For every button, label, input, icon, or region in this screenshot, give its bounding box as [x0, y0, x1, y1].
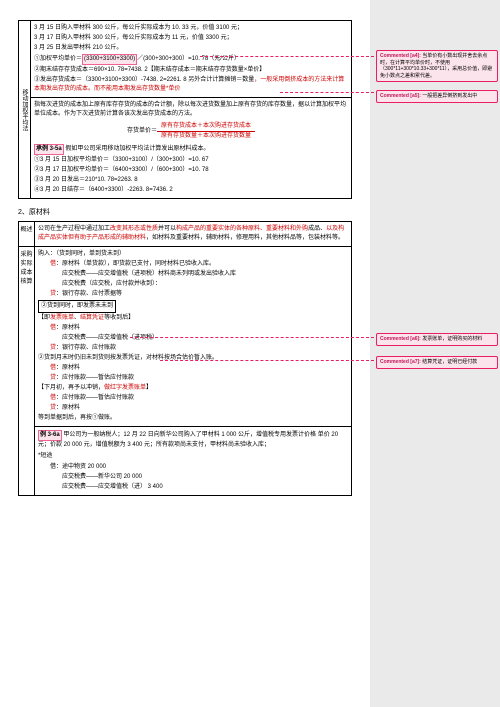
comment-a6[interactable]: Commented [a6]: 发票账单，证明购买的材料: [376, 333, 498, 346]
p5r: 【即发票账单、结算凭证等收到后】: [38, 314, 348, 323]
line3: 3 月 25 日发出甲材料 210 公斤。: [34, 44, 348, 53]
ex4: ④3 月 20 日结存＝（6400+3300）-2263. 8=7436. 2: [34, 186, 348, 195]
p4: 贷：银行存款、应付票据等: [38, 290, 348, 299]
p9: ②货到月末时仍旧未到货则按发票凭证，对材料按场合估价暂入账。: [38, 354, 348, 363]
j1: 借：途中物资 20 000: [38, 463, 348, 472]
overview-content: 公司在生产过程中通过加工改变其形态或性质并可以构成产品的重要实体的各种原料、重要…: [35, 222, 352, 247]
table-moving-average: 移动加权平均法 3 月 15 日购入甲材料 300 公斤，每公斤实际成本为 10…: [18, 20, 352, 199]
section-2-title: 2、原材料: [18, 207, 352, 217]
formula: 存货单价＝ 原有存货成本＋本次购进存货成本 原有存货数量＋本次购进存货数量: [34, 122, 348, 141]
row-label-moving-avg: 移动加权平均法: [19, 21, 31, 199]
p2: 应交税费——应交增值税（进项税）材料商未列明或发出验收入库: [38, 270, 348, 279]
table-raw-materials: 概述 公司在生产过程中通过加工改变其形态或性质并可以构成产品的重要实体的各种原料…: [18, 221, 352, 496]
p1: 借：原材料（单货款），即货款已支付，同时材料已验收入库。: [38, 260, 348, 269]
p12: 【下月初，再予以冲销，做红字发票账单】: [38, 384, 348, 393]
ex36: 例 3-6a 甲公司为一般纳税人；12 月 22 日向新华公司购入了甲材料 1 …: [38, 430, 348, 450]
example-3-5a: 承例 3-5a 假如甲公司采用移动加权平均法计算发出原材料成本。: [34, 144, 348, 155]
p13: 借：应付账款——暂估应付账款: [38, 394, 348, 403]
note-short: *短途: [38, 452, 52, 461]
highlight-formula: (3300+3100+3300): [82, 54, 137, 65]
lower-content: 指每次进货的成本加上原有库存存货的成本的合计额，除以每次进货数量加上原有存货的库…: [31, 98, 352, 199]
p10: 借：原材料: [38, 364, 348, 373]
row-label-overview: 概述: [19, 222, 35, 247]
p3a: 应交税费（应交税，应付款并收到）：: [38, 280, 348, 289]
p6: 借：原材料: [38, 324, 348, 333]
upper-content: 3 月 15 日购入甲材料 300 公斤，每公斤实际成本为 10. 33 元，价…: [31, 21, 352, 98]
document-page: 移动加权平均法 3 月 15 日购入甲材料 300 公斤，每公斤实际成本为 10…: [0, 0, 370, 707]
ex2: ②3 月 17 日加权平均单价＝（6400+3300）/（600+300）=10…: [34, 166, 348, 175]
comment-sidebar: Commented [a4]: 当单价有小数出现并舍去余点时，在计算平均单价时，…: [370, 0, 500, 707]
comment-a5[interactable]: Commented [a5]: 一般把差异倒挤到发出中: [376, 90, 498, 103]
row-label-purchase: 采购实际成本核算: [19, 247, 35, 496]
comment-connector-2: [280, 92, 374, 93]
overview-text: 公司在生产过程中通过加工改变其形态或性质并可以构成产品的重要实体的各种原料、重要…: [38, 225, 348, 243]
p8: 贷：银行存款、应付账款: [38, 344, 348, 353]
ex1: ①3 月 15 日加权平均单价＝（3300+3100）/（300+300）=10…: [34, 156, 348, 165]
p15: 等到单据到后，再按①做账。: [38, 414, 348, 423]
p-intro: 购入：（货到同时，单到货未到）: [38, 250, 348, 259]
example-3-6a: 例 3-6a 甲公司为一般纳税人；12 月 22 日向新华公司购入了甲材料 1 …: [35, 427, 352, 496]
j2: 应交税费——新华公司 20 000: [38, 473, 348, 482]
j3: 应交税费——应交增值税（进） 3 400: [38, 483, 348, 492]
calc2: ②期末结存存货成本＝690×10. 78=7438. 2【期末结存成本＝期末结存…: [34, 66, 348, 75]
p7: 应交税费——应交增值税（进项税）: [38, 334, 348, 343]
line2: 3 月 17 日购入甲材料 300 公斤，每公斤实际成本为 11 元，价值 33…: [34, 34, 348, 43]
para1: 指每次进货的成本加上原有库存存货的成本的合计额，除以每次进货数量加上原有存货的库…: [34, 101, 348, 119]
comment-connector-1: [200, 56, 374, 57]
p5: ②货到同时，即发票未未到: [38, 300, 348, 313]
comment-a7[interactable]: Commented [a7]: 结算凭证，证明已经付款: [376, 356, 498, 369]
ex3: ③3 月 20 日发出＝210*10. 78=2263. 8: [34, 176, 348, 185]
p14: 贷：原材料: [38, 404, 348, 413]
line1: 3 月 15 日购入甲材料 300 公斤，每公斤实际成本为 10. 33 元，价…: [34, 24, 348, 33]
comment-connector-4: [160, 360, 374, 361]
comment-a4[interactable]: Commented [a4]: 当单价有小数出现并舍去余点时，在计算平均单价时，…: [376, 50, 498, 82]
comment-connector-3: [130, 337, 374, 338]
p11: 贷：应付账款——暂估应付账款: [38, 374, 348, 383]
